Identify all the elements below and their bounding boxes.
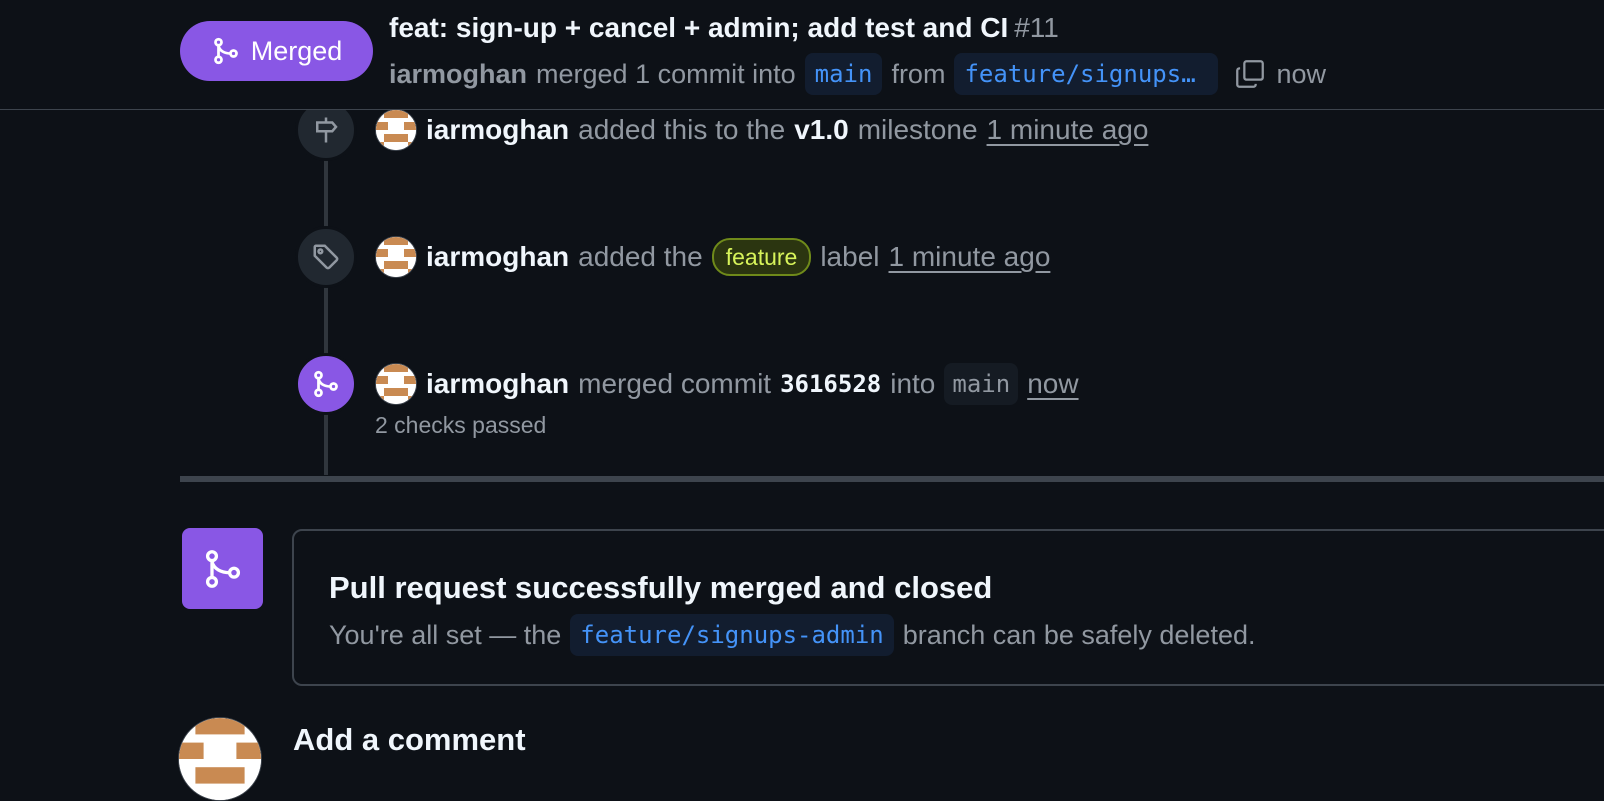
milestone-link[interactable]: v1.0: [794, 114, 849, 146]
timeline-item-merge: iarmoghan merged commit 3616528 into mai…: [295, 353, 1079, 415]
git-merge-icon: [213, 37, 238, 65]
merge-status-title: Pull request successfully merged and clo…: [329, 570, 993, 605]
event-actor-link[interactable]: iarmoghan: [426, 368, 569, 400]
branch-chip[interactable]: main: [944, 363, 1019, 405]
avatar[interactable]: [375, 109, 417, 151]
timeline-item-milestone: iarmoghan added this to the v1.0 milesto…: [295, 99, 1149, 161]
from-text: from: [891, 58, 946, 89]
tag-icon: [313, 244, 339, 270]
merge-status-icon-box: [182, 528, 263, 609]
event-timestamp-link[interactable]: 1 minute ago: [987, 114, 1149, 146]
event-actor-link[interactable]: iarmoghan: [426, 114, 569, 146]
pr-author-link[interactable]: iarmoghan: [389, 59, 527, 90]
identicon-avatar: [376, 110, 416, 150]
identicon-avatar: [376, 237, 416, 277]
merged-into-text: merged 1 commit into: [536, 58, 796, 89]
identicon-avatar: [376, 364, 416, 404]
event-actor-link[interactable]: iarmoghan: [426, 241, 569, 273]
head-branch-link[interactable]: feature/signups-…: [954, 53, 1219, 95]
event-text: label: [820, 241, 880, 272]
commit-sha-link[interactable]: 3616528: [780, 370, 881, 398]
base-branch-link[interactable]: main: [804, 53, 883, 95]
merge-message-text: You're all set — the: [329, 619, 562, 650]
pr-sticky-header: Merged feat: sign-up + cancel + admin; a…: [0, 0, 1604, 110]
git-merge-icon: [314, 370, 338, 398]
git-merge-icon: [205, 549, 240, 588]
event-text: into: [890, 368, 936, 399]
add-comment-heading: Add a comment: [293, 722, 526, 757]
event-timestamp-link[interactable]: now: [1027, 368, 1078, 400]
avatar[interactable]: [375, 236, 417, 278]
event-text: milestone: [857, 114, 978, 145]
timeline-item-label: iarmoghan added the feature label 1 minu…: [295, 226, 1051, 288]
deletable-branch-link[interactable]: feature/signups-admin: [570, 614, 894, 656]
pr-title-text: feat: sign-up + cancel + admin; add test…: [389, 12, 1009, 43]
event-text: added this to the: [578, 114, 786, 145]
milestone-icon: [316, 117, 338, 143]
avatar[interactable]: [375, 363, 417, 405]
feature-label-chip[interactable]: feature: [711, 238, 812, 276]
merge-status-message: You're all set — the feature/signups-adm…: [329, 614, 1255, 656]
identicon-avatar: [179, 718, 261, 800]
merged-status-label: Merged: [250, 35, 343, 66]
event-text: merged commit: [578, 368, 772, 399]
merge-status-panel: Pull request successfully merged and clo…: [292, 529, 1604, 686]
merge-event-badge: [295, 353, 357, 415]
label-badge: [295, 226, 357, 288]
timeline-line: [324, 110, 328, 475]
merged-status-badge: Merged: [180, 21, 373, 81]
copy-icon[interactable]: [1233, 57, 1267, 91]
event-timestamp-link[interactable]: 1 minute ago: [889, 241, 1051, 273]
pr-merged-time: now: [1276, 58, 1326, 89]
event-text: added the: [578, 241, 703, 272]
pr-title: feat: sign-up + cancel + admin; add test…: [389, 12, 1059, 48]
checks-status-link[interactable]: 2 checks passed: [375, 412, 546, 439]
pr-merge-summary: iarmoghan merged 1 commit into main from…: [389, 52, 1326, 96]
pr-number: #11: [1014, 12, 1059, 43]
merge-message-text: branch can be safely deleted.: [902, 619, 1256, 650]
commenter-avatar[interactable]: [178, 717, 262, 801]
timeline-end-divider: [180, 476, 1604, 482]
